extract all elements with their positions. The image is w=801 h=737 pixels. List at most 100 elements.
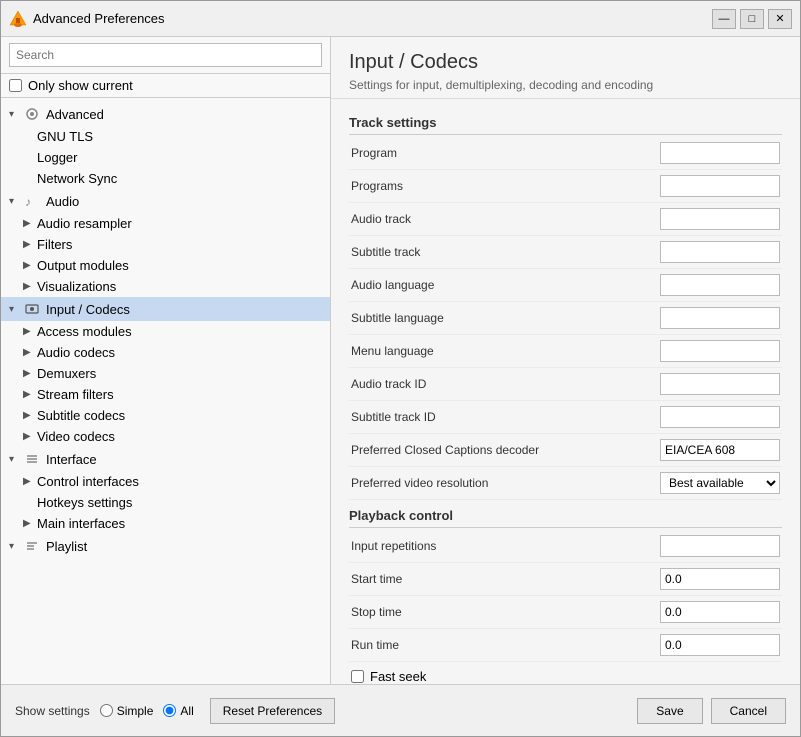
menu_language-input[interactable] [660, 340, 780, 362]
only-show-current-checkbox[interactable] [9, 79, 22, 92]
menu_language-label: Menu language [351, 344, 660, 358]
tree-item-logger[interactable]: Logger [1, 147, 330, 168]
tree-container[interactable]: ▾AdvancedGNU TLSLoggerNetwork Sync▾♪Audi… [1, 98, 330, 684]
maximize-button[interactable]: □ [740, 9, 764, 29]
tree-label-input_codecs: Input / Codecs [46, 302, 130, 317]
setting-row-audio_track: Audio track [349, 203, 782, 236]
audio_track-input[interactable] [660, 208, 780, 230]
bottom-bar: Show settings Simple All Reset Preferenc… [1, 684, 800, 736]
tree-item-audio[interactable]: ▾♪Audio [1, 189, 330, 213]
preferred_video_res-label: Preferred video resolution [351, 476, 660, 490]
tree-item-video_codecs[interactable]: ▶Video codecs [1, 426, 330, 447]
fast_seek-label: Fast seek [370, 669, 426, 684]
setting-row-audio_track_id: Audio track ID [349, 368, 782, 401]
tree-item-subtitle_codecs[interactable]: ▶Subtitle codecs [1, 405, 330, 426]
tree-label-filters: Filters [37, 237, 72, 252]
input_repetitions-input[interactable] [660, 535, 780, 557]
tree-icon-playlist [23, 537, 41, 555]
tree-item-access_modules[interactable]: ▶Access modules [1, 321, 330, 342]
setting-row-stop_time: Stop time [349, 596, 782, 629]
programs-input[interactable] [660, 175, 780, 197]
right-panel: Input / Codecs Settings for input, demul… [331, 37, 800, 684]
tree-label-advanced: Advanced [46, 107, 104, 122]
tree-item-visualizations[interactable]: ▶Visualizations [1, 276, 330, 297]
all-radio[interactable] [163, 704, 176, 717]
tree-icon-input_codecs [23, 300, 41, 318]
preferred_video_res-select[interactable]: Best available4K1080p720p480p [660, 472, 780, 494]
tree-label-subtitle_codecs: Subtitle codecs [37, 408, 125, 423]
tree-item-filters[interactable]: ▶Filters [1, 234, 330, 255]
svg-text:♪: ♪ [25, 195, 31, 208]
tree-item-output_modules[interactable]: ▶Output modules [1, 255, 330, 276]
cancel-button[interactable]: Cancel [711, 698, 786, 724]
stop_time-label: Stop time [351, 605, 660, 619]
setting-row-program: Program [349, 137, 782, 170]
audio_track_id-input[interactable] [660, 373, 780, 395]
setting-row-programs: Programs [349, 170, 782, 203]
input_repetitions-label: Input repetitions [351, 539, 660, 553]
close-button[interactable]: ✕ [768, 9, 792, 29]
stop_time-input[interactable] [660, 601, 780, 623]
tree-item-demuxers[interactable]: ▶Demuxers [1, 363, 330, 384]
tree-arrow-audio_codecs: ▶ [23, 347, 37, 358]
setting-row-audio_language: Audio language [349, 269, 782, 302]
subtitle_track-input[interactable] [660, 241, 780, 263]
subtitle_track_id-input[interactable] [660, 406, 780, 428]
tree-item-control_interfaces[interactable]: ▶Control interfaces [1, 471, 330, 492]
start_time-input[interactable] [660, 568, 780, 590]
simple-radio-label[interactable]: Simple [100, 704, 154, 718]
program-input[interactable] [660, 142, 780, 164]
save-button[interactable]: Save [637, 698, 702, 724]
tree-item-hotkeys_settings[interactable]: Hotkeys settings [1, 492, 330, 513]
tree-icon-interface [23, 450, 41, 468]
search-input[interactable] [9, 43, 322, 67]
all-radio-label[interactable]: All [163, 704, 193, 718]
reset-preferences-button[interactable]: Reset Preferences [210, 698, 335, 724]
main-window: Advanced Preferences — □ ✕ Only show cur… [0, 0, 801, 737]
run_time-input[interactable] [660, 634, 780, 656]
fast_seek-checkbox[interactable] [351, 670, 364, 683]
programs-label: Programs [351, 179, 660, 193]
tree-item-network_sync[interactable]: Network Sync [1, 168, 330, 189]
setting-row-subtitle_track_id: Subtitle track ID [349, 401, 782, 434]
preferred_cc_decoder-label: Preferred Closed Captions decoder [351, 443, 660, 457]
left-panel: Only show current ▾AdvancedGNU TLSLogger… [1, 37, 331, 684]
tree-arrow-interface: ▾ [9, 454, 23, 465]
tree-label-hotkeys_settings: Hotkeys settings [37, 495, 132, 510]
preferred_cc_decoder-input[interactable] [660, 439, 780, 461]
minimize-button[interactable]: — [712, 9, 736, 29]
tree-item-gnu_tls[interactable]: GNU TLS [1, 126, 330, 147]
start_time-label: Start time [351, 572, 660, 586]
main-content: Only show current ▾AdvancedGNU TLSLogger… [1, 37, 800, 684]
tree-item-stream_filters[interactable]: ▶Stream filters [1, 384, 330, 405]
tree-arrow-output_modules: ▶ [23, 260, 37, 271]
subtitle_language-input[interactable] [660, 307, 780, 329]
app-icon [9, 10, 27, 28]
audio_track_id-label: Audio track ID [351, 377, 660, 391]
simple-label: Simple [117, 704, 154, 718]
audio_language-input[interactable] [660, 274, 780, 296]
program-label: Program [351, 146, 660, 160]
tree-item-playlist[interactable]: ▾ Playlist [1, 534, 330, 558]
tree-label-playlist: Playlist [46, 539, 87, 554]
setting-row-preferred_video_res: Preferred video resolutionBest available… [349, 467, 782, 500]
window-controls: — □ ✕ [712, 9, 792, 29]
setting-row-preferred_cc_decoder: Preferred Closed Captions decoder [349, 434, 782, 467]
tree-item-main_interfaces[interactable]: ▶Main interfaces [1, 513, 330, 534]
settings-area[interactable]: Track settingsProgramProgramsAudio track… [331, 99, 800, 684]
tree-label-control_interfaces: Control interfaces [37, 474, 139, 489]
tree-arrow-playlist: ▾ [9, 541, 23, 552]
tree-item-interface[interactable]: ▾Interface [1, 447, 330, 471]
setting-row-start_time: Start time [349, 563, 782, 596]
tree-label-access_modules: Access modules [37, 324, 132, 339]
tree-item-audio_codecs[interactable]: ▶Audio codecs [1, 342, 330, 363]
tree-item-audio_resampler[interactable]: ▶Audio resampler [1, 213, 330, 234]
page-title: Input / Codecs [349, 51, 782, 74]
tree-arrow-filters: ▶ [23, 239, 37, 250]
simple-radio[interactable] [100, 704, 113, 717]
only-show-current-row: Only show current [1, 74, 330, 98]
tree-item-advanced[interactable]: ▾Advanced [1, 102, 330, 126]
setting-row-subtitle_language: Subtitle language [349, 302, 782, 335]
tree-item-input_codecs[interactable]: ▾Input / Codecs [1, 297, 330, 321]
tree-label-main_interfaces: Main interfaces [37, 516, 125, 531]
